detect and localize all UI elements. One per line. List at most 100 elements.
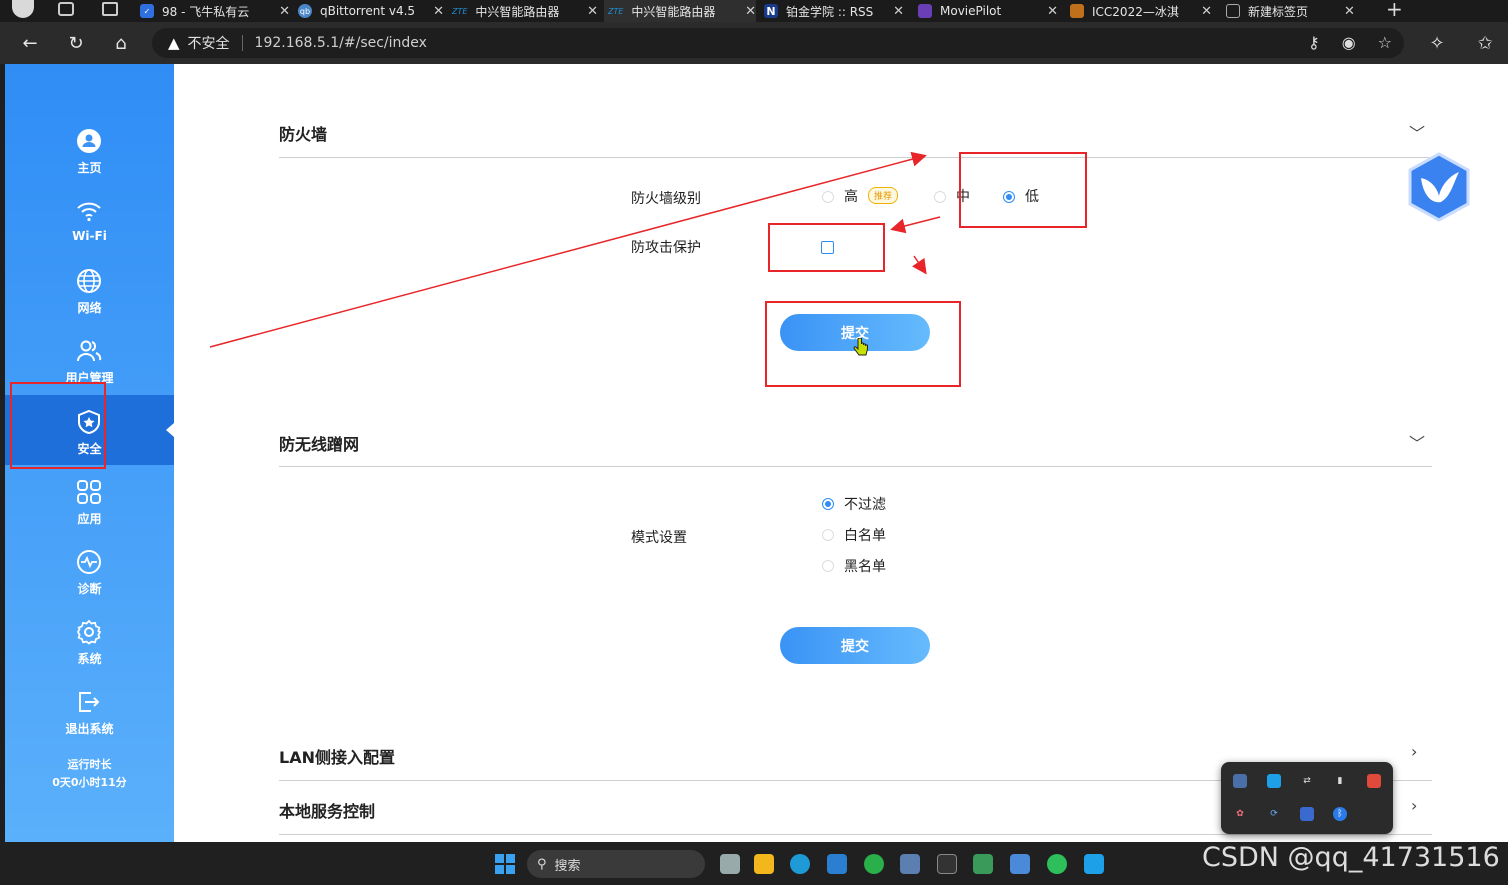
taskbar-explorer-icon[interactable] <box>754 854 774 874</box>
sidebar-item-user-management[interactable]: 用户管理 <box>5 324 174 394</box>
taskbar-notepad-icon[interactable] <box>1010 854 1030 874</box>
chevron-right-icon[interactable]: › <box>1411 796 1417 815</box>
browser-tab-8[interactable]: 新建标签页 ✕ <box>1226 0 1366 22</box>
tab-close-icon[interactable]: ✕ <box>1195 4 1212 19</box>
recommended-badge: 推荐 <box>868 187 899 204</box>
browser-tab-7[interactable]: ICC2022—冰淇 ✕ <box>1070 0 1212 22</box>
firewall-level-high-radio[interactable] <box>822 191 834 203</box>
tray-transfer-icon[interactable]: ⇄ <box>1300 774 1314 788</box>
tray-app-icon[interactable] <box>1367 774 1381 788</box>
tray-sync-icon[interactable]: ⟳ <box>1267 807 1281 821</box>
reload-icon[interactable]: ↻ <box>63 30 89 56</box>
tab-close-icon[interactable]: ✕ <box>427 4 444 19</box>
sidebar-item-security[interactable]: 安全 <box>5 395 174 465</box>
favorite-star-icon[interactable]: ☆ <box>1378 33 1392 52</box>
firewall-section-title[interactable]: 防火墙 <box>279 121 327 145</box>
sidebar-item-apps[interactable]: 应用 <box>5 465 174 535</box>
favorites-bar-icon[interactable]: ✩ <box>1472 30 1498 56</box>
browser-tab-1[interactable]: ✓ 98 - 飞牛私有云 ✕ <box>140 0 290 22</box>
tab-close-icon[interactable]: ✕ <box>739 4 756 19</box>
url-text[interactable]: 192.168.5.1/#/sec/index <box>255 35 427 51</box>
tab-title: MoviePilot <box>940 4 1002 18</box>
taskbar-remote-desktop-icon[interactable] <box>900 854 920 874</box>
tray-app-icon[interactable] <box>1267 774 1281 788</box>
mode-blacklist-radio[interactable] <box>822 560 834 572</box>
tab-title: 中兴智能路由器 <box>631 4 716 19</box>
key-icon[interactable]: ⚷ <box>1308 33 1320 52</box>
tray-security-icon[interactable] <box>1300 807 1314 821</box>
firewall-level-low-label[interactable]: 低 <box>1025 186 1039 206</box>
taskbar-app-icon[interactable] <box>827 854 847 874</box>
mode-whitelist-label[interactable]: 白名单 <box>844 525 886 545</box>
sidebar-item-label: 用户管理 <box>65 371 114 385</box>
hand-cursor-icon <box>853 338 868 356</box>
taskbar-task-view-icon[interactable] <box>720 854 740 874</box>
firewall-level-low-radio[interactable] <box>1003 191 1015 203</box>
sidebar-item-home[interactable]: 主页 <box>5 114 174 184</box>
users-icon <box>77 340 102 362</box>
sidebar-item-diagnostics[interactable]: 诊断 <box>5 535 174 605</box>
sidebar-item-network[interactable]: 网络 <box>5 254 174 324</box>
tab-favicon-icon: ✓ <box>140 4 154 18</box>
search-icon: ⚲ <box>537 856 547 872</box>
new-tab-icon[interactable]: + <box>1386 0 1403 21</box>
tab-close-icon[interactable]: ✕ <box>581 4 598 19</box>
tab-title: qBittorrent v4.5 <box>320 4 416 18</box>
floating-assistant-dove-icon[interactable] <box>1407 152 1471 222</box>
bluetooth-icon[interactable]: ᛒ <box>1333 807 1347 821</box>
tab-actions-icon[interactable] <box>102 2 118 16</box>
mode-whitelist-radio[interactable] <box>822 529 834 541</box>
browser-tab-strip: ✓ 98 - 飞牛私有云 ✕ qb qBittorrent v4.5 ✕ ZTE… <box>0 0 1508 22</box>
tab-close-icon[interactable]: ✕ <box>273 4 290 19</box>
chevron-down-icon[interactable]: ﹀ <box>1409 120 1425 144</box>
taskbar-edge-icon[interactable] <box>790 854 810 874</box>
sidebar-item-wifi[interactable]: Wi-Fi <box>5 184 174 254</box>
mode-no-filter-label[interactable]: 不过滤 <box>844 494 886 514</box>
anti-wifi-submit-button[interactable]: 提交 <box>780 627 930 664</box>
edge-icon[interactable]: ◉ <box>1342 33 1356 52</box>
taskbar-terminal-icon[interactable] <box>937 854 957 874</box>
extensions-icon[interactable]: ✧ <box>1424 30 1450 56</box>
chevron-down-icon[interactable]: ﹀ <box>1409 430 1425 454</box>
firewall-level-medium-radio[interactable] <box>934 191 946 203</box>
csdn-watermark: CSDN @qq_41731516 <box>1202 842 1500 873</box>
firewall-level-high-label[interactable]: 高 <box>844 186 858 206</box>
windows-start-icon[interactable] <box>495 854 515 874</box>
taskbar-app-icon[interactable] <box>864 854 884 874</box>
home-icon[interactable]: ⌂ <box>108 30 134 56</box>
pulse-icon <box>77 550 101 574</box>
shield-icon <box>78 409 100 435</box>
browser-tab-6[interactable]: MoviePilot ✕ <box>918 0 1058 22</box>
browser-tab-3[interactable]: ZTE 中兴智能路由器 ✕ <box>452 0 598 22</box>
chevron-right-icon[interactable]: › <box>1411 742 1417 761</box>
mode-no-filter-radio[interactable] <box>822 498 834 510</box>
address-bar[interactable]: ▲ 不安全 192.168.5.1/#/sec/index ⚷ ◉ ☆ <box>152 28 1404 58</box>
tray-network-icon[interactable] <box>1233 774 1247 788</box>
anti-wifi-leech-section-title[interactable]: 防无线蹭网 <box>279 431 359 455</box>
tray-meter-icon[interactable]: ▮ <box>1333 774 1347 788</box>
tray-flower-icon[interactable]: ✿ <box>1233 807 1247 821</box>
workspaces-icon[interactable] <box>58 2 74 16</box>
taskbar-app-icon[interactable] <box>973 854 993 874</box>
browser-tab-4-active[interactable]: ZTE 中兴智能路由器 ✕ <box>604 0 756 22</box>
back-arrow-icon[interactable]: ← <box>17 30 43 56</box>
profile-avatar-icon[interactable] <box>12 0 34 18</box>
insecure-label[interactable]: 不安全 <box>188 33 230 53</box>
sidebar-item-system[interactable]: 系统 <box>5 605 174 675</box>
home-user-icon <box>77 129 101 153</box>
taskbar-wechat-icon[interactable] <box>1047 854 1067 874</box>
tab-close-icon[interactable]: ✕ <box>887 4 904 19</box>
browser-tab-2[interactable]: qb qBittorrent v4.5 ✕ <box>298 0 444 22</box>
tab-close-icon[interactable]: ✕ <box>1041 4 1058 19</box>
lan-access-section-title[interactable]: LAN侧接入配置 <box>279 744 395 768</box>
tab-close-icon[interactable]: ✕ <box>1338 4 1355 19</box>
local-service-section-title[interactable]: 本地服务控制 <box>279 798 375 822</box>
browser-tab-5[interactable]: N 铂金学院 :: RSS ✕ <box>764 0 904 22</box>
wifi-icon <box>77 202 101 222</box>
mode-blacklist-label[interactable]: 黑名单 <box>844 556 886 576</box>
sidebar-item-logout[interactable]: 退出系统 <box>5 675 174 745</box>
firewall-level-medium-label[interactable]: 中 <box>956 186 970 206</box>
attack-protection-checkbox[interactable] <box>821 241 834 254</box>
taskbar-search[interactable]: ⚲ 搜索 <box>527 850 705 878</box>
taskbar-app-icon[interactable] <box>1084 854 1104 874</box>
